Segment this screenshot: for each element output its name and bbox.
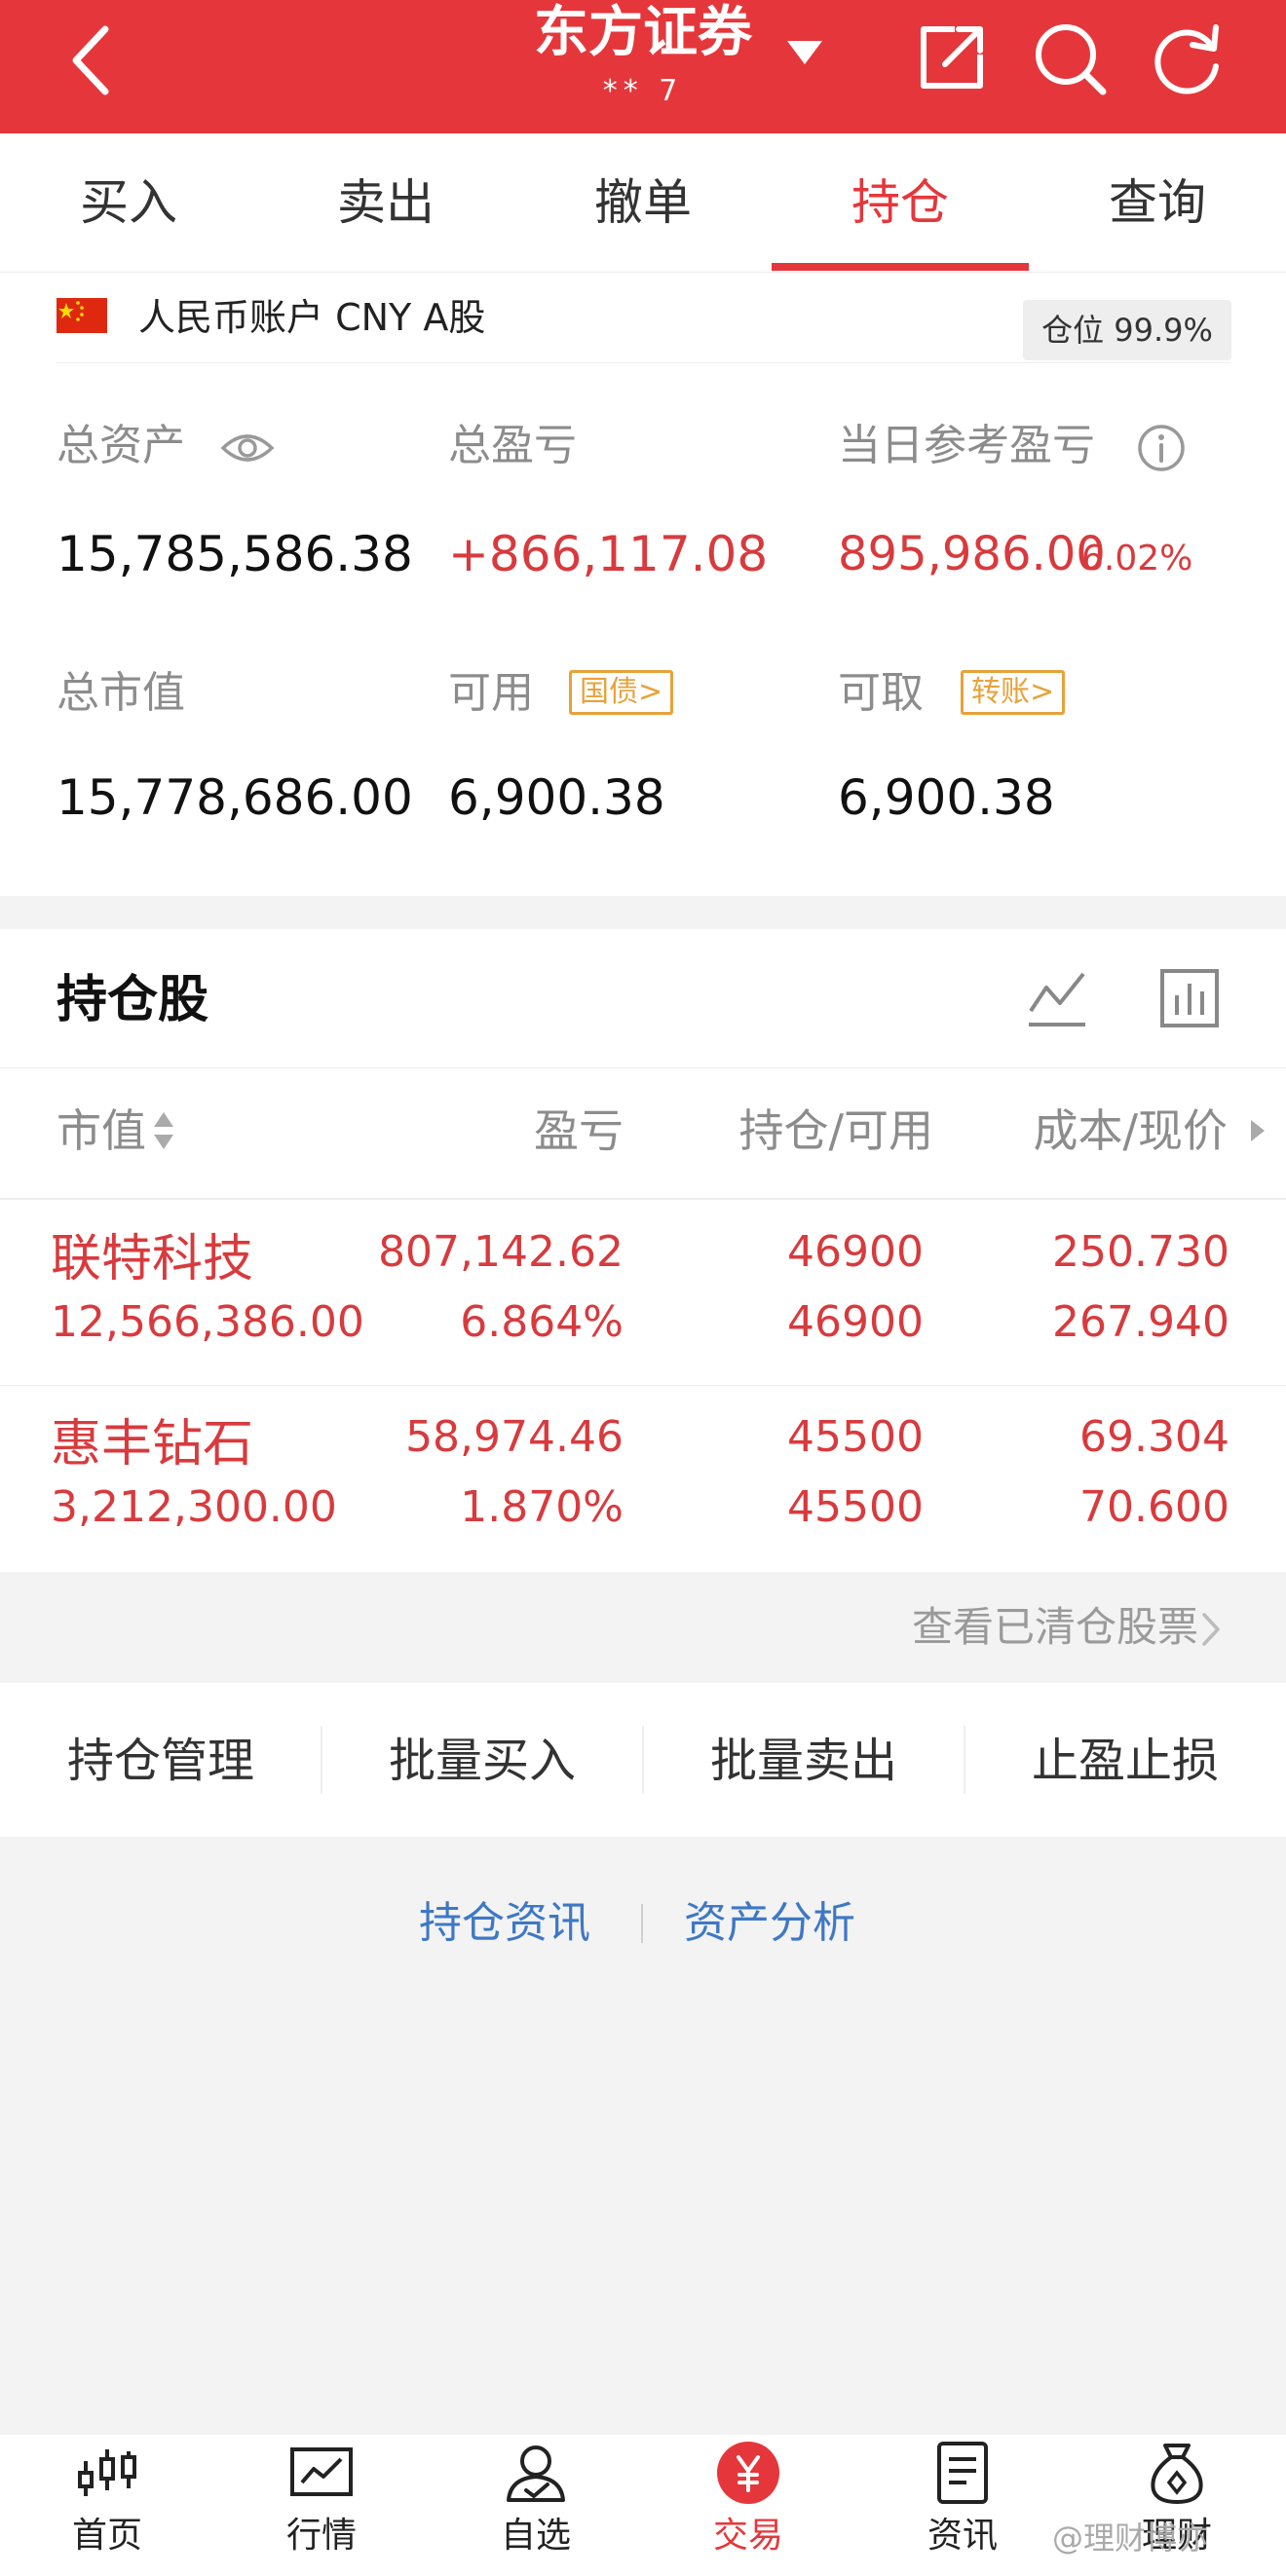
stock-cost: 69.304 bbox=[1079, 1412, 1229, 1462]
broker-title-text: 东方证券 bbox=[534, 1, 752, 64]
daily-pnl-value: 895,986.00 bbox=[838, 527, 1106, 581]
nav-market[interactable]: 行情 bbox=[244, 2440, 399, 2576]
stock-pnl: 807,142.62 bbox=[378, 1227, 624, 1277]
stock-available: 45500 bbox=[787, 1482, 924, 1532]
divider bbox=[57, 362, 1231, 363]
withdrawable-value: 6,900.38 bbox=[838, 769, 1055, 826]
stock-market-value: 12,566,386.00 bbox=[51, 1297, 364, 1347]
column-pnl: 盈亏 bbox=[534, 1104, 624, 1157]
take-profit-stop-loss-button[interactable]: 止盈止损 bbox=[964, 1712, 1286, 1810]
available-value: 6,900.38 bbox=[448, 769, 665, 826]
stock-price: 70.600 bbox=[1079, 1482, 1229, 1532]
nav-news[interactable]: 资讯 bbox=[885, 2440, 1040, 2576]
stock-price: 267.940 bbox=[1052, 1297, 1229, 1347]
tab-query[interactable]: 查询 bbox=[1029, 133, 1286, 272]
daily-pnl-label: 当日参考盈亏 bbox=[838, 421, 1095, 470]
watermark: @理财博亦 bbox=[1052, 2520, 1209, 2557]
divider bbox=[0, 1198, 1286, 1200]
nav-home[interactable]: 首页 bbox=[29, 2440, 185, 2576]
market-chart-icon bbox=[290, 2447, 353, 2496]
divider bbox=[641, 1904, 643, 1943]
column-cost-price: 成本/现价 bbox=[1033, 1104, 1229, 1157]
cleared-stocks-link[interactable]: 查看已清仓股票 bbox=[912, 1597, 1198, 1658]
candlestick-icon bbox=[78, 2449, 136, 2496]
nav-label: 自选 bbox=[500, 2516, 571, 2556]
info-icon[interactable] bbox=[1136, 423, 1187, 473]
person-check-icon bbox=[507, 2445, 565, 2502]
treasury-bond-tag[interactable]: 国债> bbox=[569, 670, 674, 715]
tab-holdings[interactable]: 持仓 bbox=[772, 133, 1029, 272]
china-flag-icon bbox=[57, 298, 107, 333]
stock-pnl: 58,974.46 bbox=[405, 1412, 624, 1462]
dropdown-caret-icon[interactable] bbox=[787, 39, 822, 66]
nav-label: 首页 bbox=[71, 2516, 142, 2556]
tab-cancel-order[interactable]: 撤单 bbox=[514, 133, 772, 272]
yen-icon bbox=[717, 2442, 779, 2504]
stock-market-value: 3,212,300.00 bbox=[51, 1482, 337, 1532]
stock-name[interactable]: 联特科技 bbox=[51, 1225, 253, 1293]
asset-analysis-link[interactable]: 资产分析 bbox=[684, 1889, 855, 1958]
transfer-tag[interactable]: 转账> bbox=[961, 670, 1066, 715]
nav-label: 交易 bbox=[712, 2516, 783, 2556]
account-type[interactable]: 人民币账户 CNY A股 bbox=[138, 290, 485, 345]
tab-buy[interactable]: 买入 bbox=[0, 133, 257, 272]
daily-pnl-pct: 6.02% bbox=[1081, 539, 1193, 579]
active-tab-indicator bbox=[772, 263, 1029, 271]
column-market-value[interactable]: 市值 bbox=[57, 1097, 146, 1165]
nav-watchlist[interactable]: 自选 bbox=[458, 2440, 614, 2576]
market-value: 15,778,686.00 bbox=[57, 769, 413, 826]
caret-right-icon[interactable] bbox=[1249, 1118, 1267, 1143]
nav-label: 行情 bbox=[285, 2516, 357, 2556]
column-position-available: 持仓/可用 bbox=[738, 1104, 934, 1157]
total-pnl-label: 总盈亏 bbox=[448, 421, 577, 470]
divider bbox=[0, 1385, 1286, 1386]
document-icon bbox=[937, 2442, 988, 2504]
position-management-button[interactable]: 持仓管理 bbox=[0, 1712, 322, 1810]
line-chart-icon[interactable] bbox=[1027, 968, 1087, 1028]
batch-buy-button[interactable]: 批量买入 bbox=[322, 1712, 643, 1810]
market-value-label: 总市值 bbox=[57, 668, 185, 718]
stock-position: 46900 bbox=[787, 1227, 924, 1277]
eye-icon[interactable] bbox=[220, 429, 275, 467]
stock-name[interactable]: 惠丰钻石 bbox=[51, 1410, 253, 1478]
trade-tabs: 买入 卖出 撤单 持仓 查询 bbox=[0, 133, 1286, 273]
stock-available: 46900 bbox=[787, 1297, 924, 1347]
holdings-title: 持仓股 bbox=[57, 971, 209, 1029]
refresh-icon[interactable] bbox=[1148, 19, 1226, 97]
position-ratio-badge: 仓位 99.9% bbox=[1023, 300, 1231, 360]
stock-position: 45500 bbox=[787, 1412, 924, 1462]
money-bag-icon bbox=[1151, 2444, 1203, 2504]
search-icon[interactable] bbox=[1031, 19, 1109, 97]
available-label: 可用 bbox=[448, 668, 534, 718]
divider bbox=[0, 1067, 1286, 1068]
total-assets-value: 15,785,586.38 bbox=[57, 526, 413, 582]
holdings-news-link[interactable]: 持仓资讯 bbox=[419, 1889, 590, 1958]
total-assets-label: 总资产 bbox=[57, 421, 185, 470]
chevron-right-icon[interactable] bbox=[1200, 1611, 1222, 1648]
bar-chart-icon[interactable] bbox=[1159, 968, 1220, 1028]
batch-sell-button[interactable]: 批量卖出 bbox=[643, 1712, 964, 1810]
nav-trade[interactable]: 交易 bbox=[670, 2440, 826, 2576]
share-icon[interactable] bbox=[916, 21, 988, 93]
withdrawable-label: 可取 bbox=[838, 668, 924, 718]
stock-pnl-pct: 6.864% bbox=[460, 1297, 624, 1347]
stock-pnl-pct: 1.870% bbox=[460, 1482, 624, 1532]
stock-cost: 250.730 bbox=[1052, 1227, 1229, 1277]
sort-icon[interactable] bbox=[152, 1110, 175, 1151]
tab-sell[interactable]: 卖出 bbox=[257, 133, 514, 272]
nav-label: 资讯 bbox=[927, 2516, 998, 2556]
total-pnl-value: +866,117.08 bbox=[448, 526, 769, 582]
